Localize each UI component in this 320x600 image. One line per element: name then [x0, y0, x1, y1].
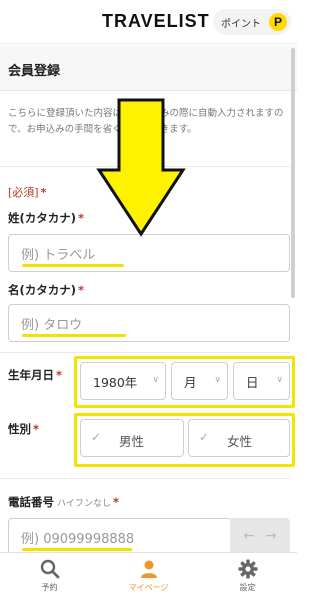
phone-label-text: 電話番号 — [8, 495, 54, 509]
birthdate-label: 生年月日 * — [8, 367, 62, 383]
nav-label-mypage: マイページ — [128, 583, 169, 592]
gender-male-label: 男性 — [119, 434, 145, 449]
section-header: 会員登録 — [0, 45, 297, 91]
highlight-underline — [22, 264, 124, 267]
required-star: * — [56, 368, 63, 382]
first-name-label: 名(カタカナ) * — [8, 282, 84, 298]
last-name-label-text: 姓(カタカナ) — [8, 211, 77, 225]
last-name-placeholder: 例) トラベル — [21, 247, 96, 263]
scrollbar[interactable] — [291, 48, 295, 298]
page-title: 会員登録 — [8, 64, 61, 79]
divider — [0, 478, 290, 479]
nav-item-reservation[interactable]: 予約 — [0, 553, 99, 600]
first-name-placeholder: 例) タロウ — [21, 317, 83, 333]
down-arrow-annotation — [96, 98, 186, 237]
travelist-logo[interactable]: TRAVELIST — [102, 11, 210, 32]
birth-month-value: 月 — [184, 374, 197, 390]
nav-label-settings: 設定 — [239, 583, 256, 592]
points-coin-icon: P — [269, 13, 287, 31]
gender-female-label: 女性 — [227, 434, 253, 449]
last-name-label: 姓(カタカナ) * — [8, 210, 84, 226]
required-star: * — [40, 186, 47, 199]
required-star: * — [33, 422, 40, 436]
app-header: TRAVELIST ポイント P — [0, 0, 297, 44]
gender-female-option[interactable]: ✓ 女性 — [188, 419, 290, 457]
points-button[interactable]: ポイント P — [213, 9, 291, 35]
birth-year-value: 1980年 — [93, 374, 138, 390]
birthdate-label-text: 生年月日 — [8, 368, 54, 382]
nav-item-mypage[interactable]: マイページ — [99, 553, 198, 600]
gear-icon — [238, 559, 257, 579]
divider — [0, 352, 290, 353]
highlight-underline — [22, 334, 126, 337]
check-icon: ✓ — [91, 430, 102, 444]
chevron-down-icon: ∨ — [276, 375, 283, 385]
nav-label-reservation: 予約 — [41, 583, 58, 592]
check-icon: ✓ — [199, 430, 210, 444]
required-note: [必須] * — [8, 184, 46, 200]
points-label: ポイント — [221, 18, 261, 30]
page: TRAVELIST ポイント P 会員登録 こちらに登録頂いた内容は、お申込みの… — [0, 0, 297, 600]
chevron-down-icon: ∨ — [152, 375, 159, 385]
birth-day-select[interactable]: 日 ∨ — [233, 362, 290, 400]
left-arrow-icon[interactable]: ← — [243, 528, 255, 544]
phone-placeholder: 例) 09099998888 — [21, 531, 135, 547]
birth-month-select[interactable]: 月 ∨ — [171, 362, 228, 400]
required-star: * — [78, 211, 85, 225]
nav-item-settings[interactable]: 設定 — [198, 553, 297, 600]
required-note-text: [必須] — [8, 186, 39, 199]
required-star: * — [113, 495, 120, 509]
highlight-underline — [22, 548, 132, 551]
search-icon — [40, 559, 59, 579]
phone-label: 電話番号 ハイフンなし * — [8, 494, 119, 510]
birth-year-select[interactable]: 1980年 ∨ — [80, 362, 166, 400]
first-name-label-text: 名(カタカナ) — [8, 283, 77, 297]
bottom-navigation: 予約 マイページ 設定 — [0, 552, 297, 600]
gender-label-text: 性別 — [8, 422, 31, 436]
chevron-down-icon: ∨ — [214, 375, 221, 385]
keyboard-nav-arrows[interactable]: ← → — [230, 518, 290, 554]
phone-hint: ハイフンなし — [57, 499, 112, 509]
right-arrow-icon[interactable]: → — [265, 528, 277, 544]
birth-day-value: 日 — [246, 374, 259, 390]
required-star: * — [78, 283, 85, 297]
gender-male-option[interactable]: ✓ 男性 — [80, 419, 184, 457]
gender-label: 性別 * — [8, 421, 39, 437]
person-icon — [140, 560, 157, 578]
